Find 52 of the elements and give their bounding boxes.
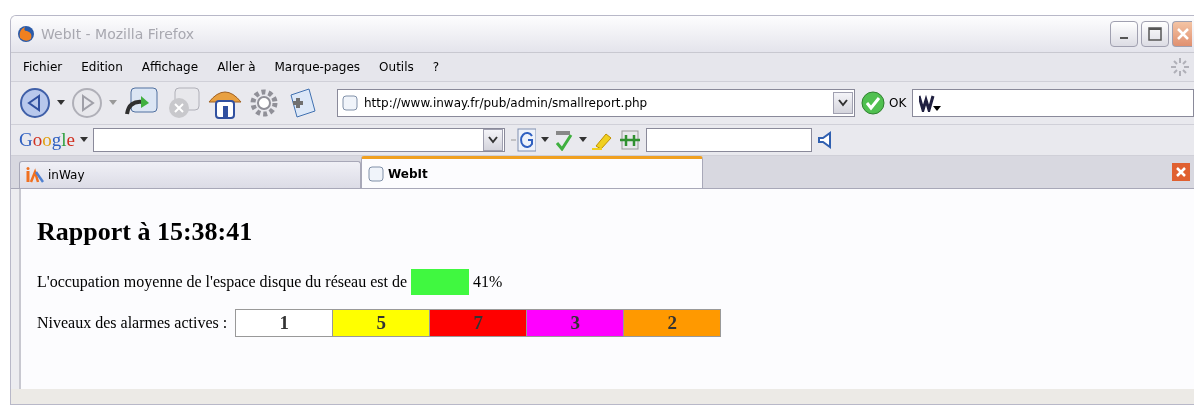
window-title: WebIt - Mozilla Firefox [41,26,196,42]
toolbar-logo[interactable]: Google [19,129,75,151]
menu-item[interactable]: Outils [371,58,423,76]
report-heading: Rapport à 15:38:41 [37,217,254,247]
search-icon[interactable] [509,128,536,152]
dropdown-arrow-icon[interactable] [578,137,587,143]
firefox-logo-icon [17,25,35,43]
menu-item[interactable]: Marque-pages [266,58,370,76]
alarm-level-cell: 2 [623,309,721,337]
settings-icon[interactable] [618,129,641,151]
search-field[interactable] [92,128,505,152]
menu-item[interactable]: ? [424,58,449,76]
alarm-level-cell: 1 [235,309,333,337]
browser-tab[interactable]: inWay [19,161,361,188]
disk-usage-text: L'occupation moyenne de l'espace disque du réseau est de [37,273,408,291]
back-icon[interactable] [19,87,51,119]
maximize-button[interactable] [1141,21,1169,47]
gear-icon[interactable] [249,88,279,118]
menu-item[interactable]: Fichier [15,58,72,76]
maximize-icon [1148,27,1162,41]
menu-item[interactable]: Affichage [133,58,208,76]
throbber-icon [1170,57,1190,77]
dropdown-button[interactable] [833,92,853,114]
input-field[interactable] [645,128,812,152]
chevron-icon [487,136,498,144]
page-icon [342,95,358,111]
dropdown-arrow-icon[interactable] [79,137,88,143]
menu-item[interactable]: Edition [73,58,132,76]
close-tab-button[interactable] [1172,163,1190,181]
search-field[interactable] [912,89,1194,117]
alarm-level-cell: 3 [526,309,624,337]
close-icon [1175,166,1187,178]
dropdown-arrow-icon[interactable] [57,100,65,106]
speaker-icon[interactable] [816,131,833,149]
address-field[interactable]: http://www.inway.fr/pub/admin/smallreport.php [358,95,833,111]
alarms-label: Niveaux des alarmes actives : [37,314,228,332]
dropdown-arrow-icon[interactable] [540,137,549,143]
search-engine-icon[interactable] [919,94,942,112]
alarm-level-cell: 5 [332,309,430,337]
dropdown-button[interactable] [482,129,503,151]
close-icon [1175,27,1190,41]
browser-tab[interactable]: WebIt [361,156,703,188]
minimize-icon [1120,37,1128,39]
menu-item[interactable]: Aller à [209,58,265,76]
minimize-button[interactable] [1110,21,1138,47]
chevron-icon [838,99,848,107]
spellcheck-icon[interactable] [553,129,574,151]
site-logo-icon [26,167,44,183]
page-icon [368,166,384,182]
usage-percent: 41% [473,273,503,291]
url-bar[interactable]: http://www.inway.fr/pub/admin/smallreport.php [337,89,855,117]
alarm-level-cell: 7 [429,309,527,337]
